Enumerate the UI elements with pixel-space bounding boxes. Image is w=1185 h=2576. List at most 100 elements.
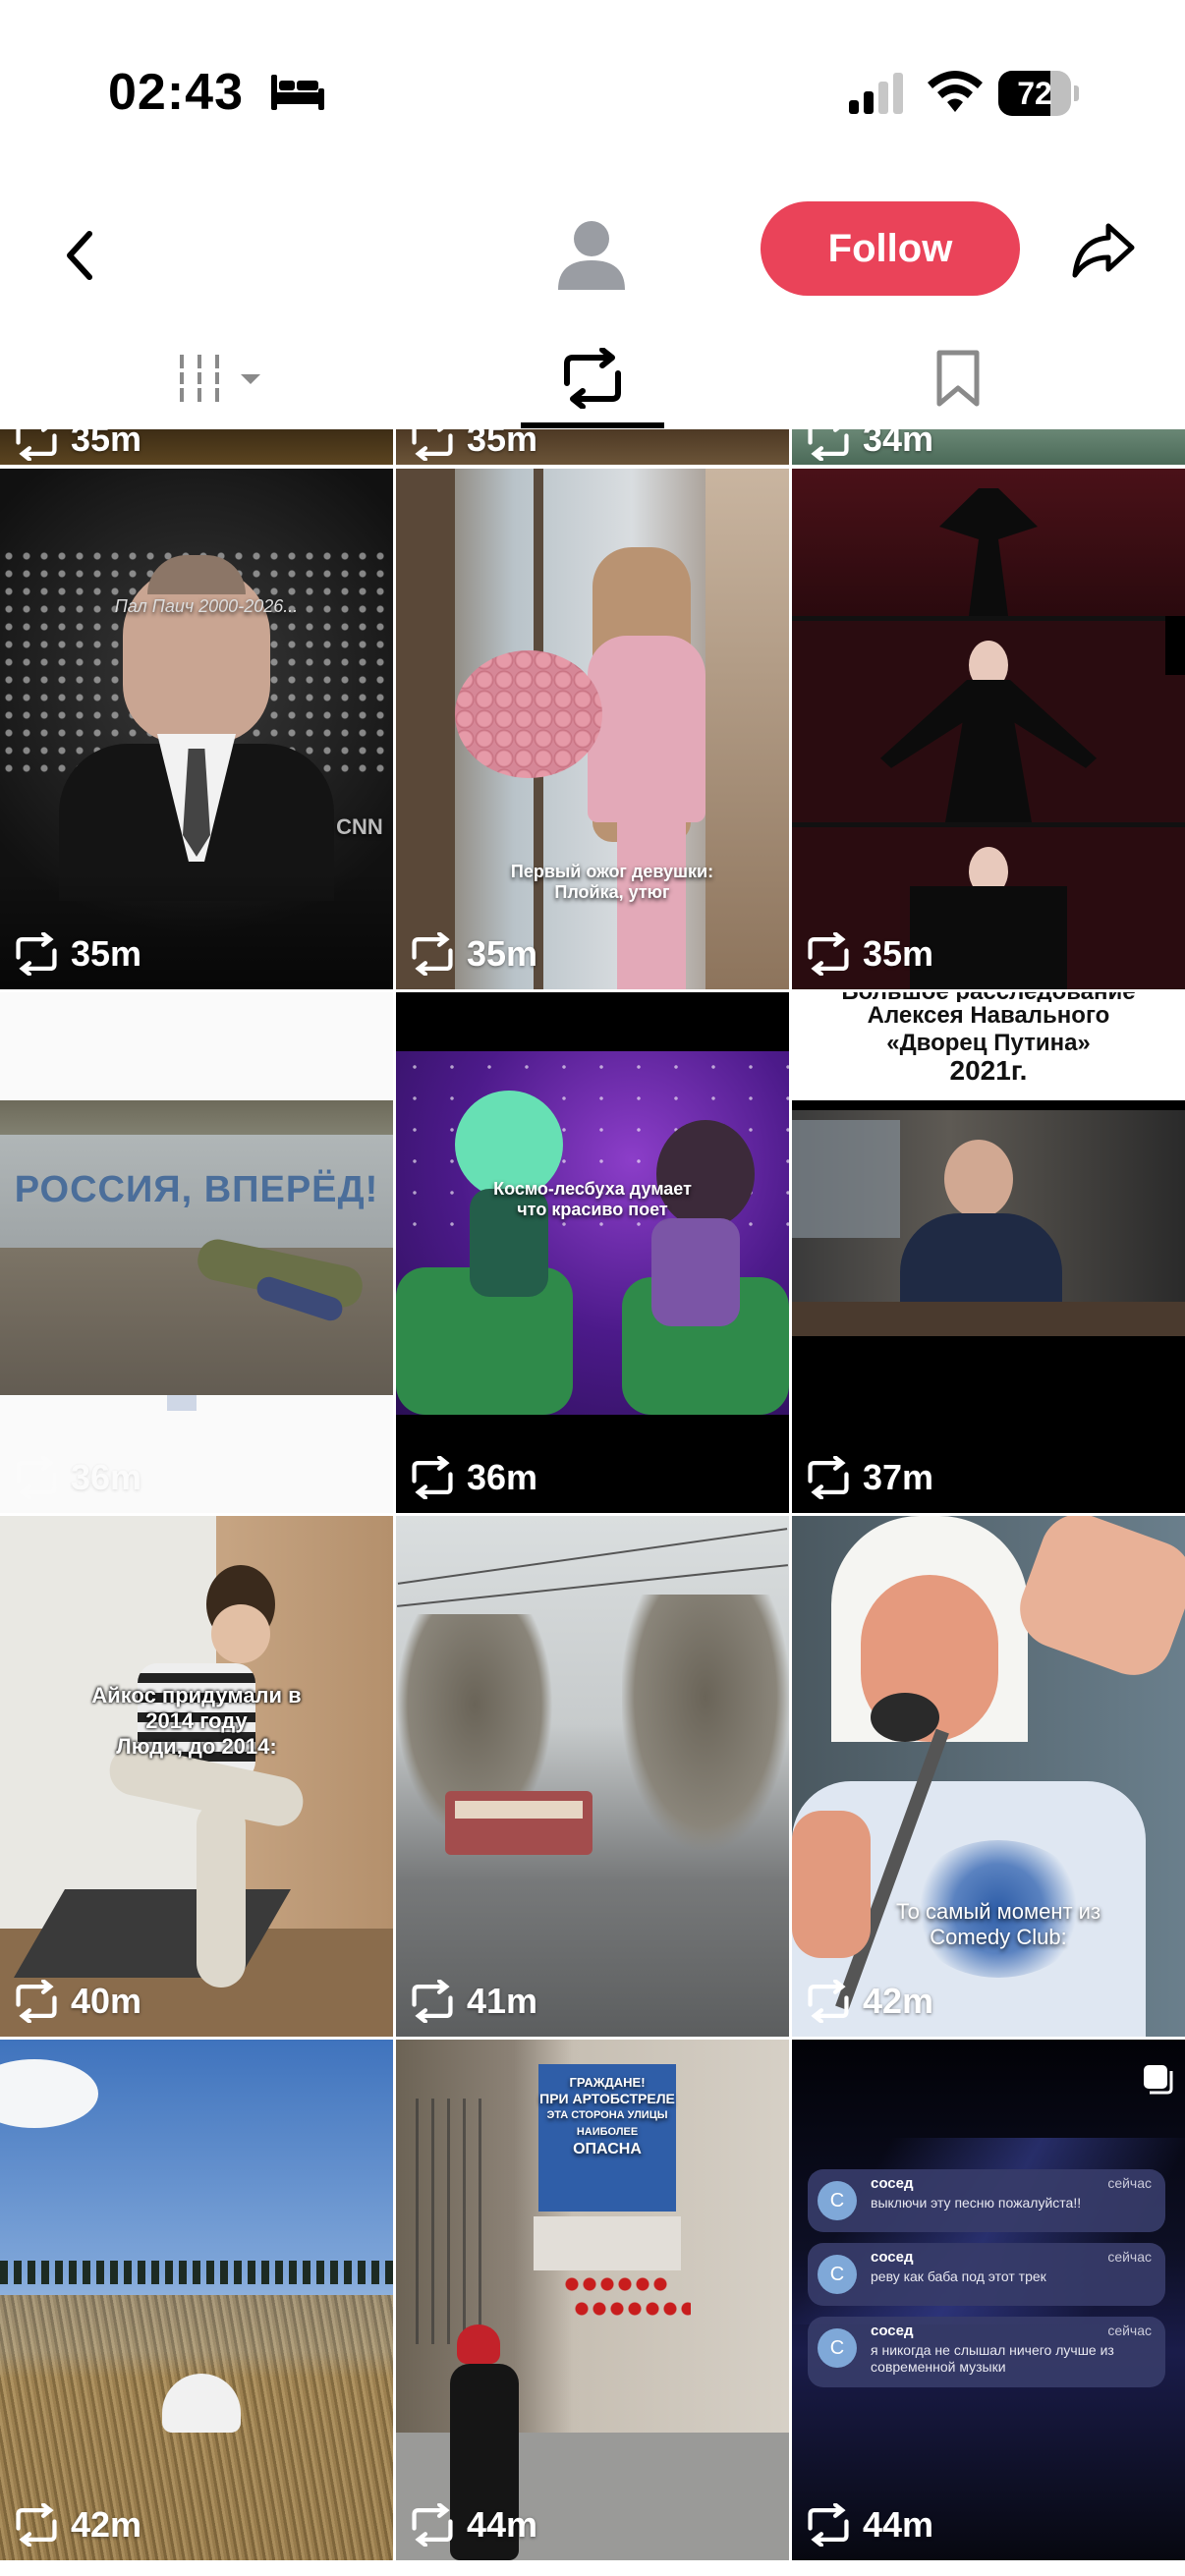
video-tile[interactable]: 35m bbox=[0, 429, 393, 465]
view-count: 41m bbox=[408, 1980, 537, 2023]
bookmark-icon bbox=[936, 350, 980, 407]
notification-time: сейчас bbox=[1107, 2175, 1152, 2191]
video-tile[interactable]: Космо-лесбуха думает что красиво поет 36… bbox=[396, 992, 789, 1513]
view-count: 35m bbox=[408, 932, 537, 976]
active-tab-indicator bbox=[521, 422, 664, 428]
caption-line: 2014 году bbox=[145, 1708, 248, 1733]
sign-line: ПРИ АРТОБСТРЕЛЕ bbox=[539, 2091, 675, 2106]
video-title: Большое расследование Алексея Навального… bbox=[792, 992, 1185, 1085]
video-tile[interactable]: 41m bbox=[396, 1516, 789, 2037]
profile-header: Follow bbox=[0, 187, 1185, 324]
status-time: 02:43 bbox=[108, 64, 244, 121]
share-arrow-icon[interactable] bbox=[1069, 216, 1138, 285]
caption-line: что красиво поет bbox=[517, 1200, 668, 1219]
title-line: 2021г. bbox=[949, 1055, 1028, 1086]
notification-card: С сосед сейчас выключи эту песню пожалуй… bbox=[808, 2169, 1165, 2232]
view-count: 44m bbox=[408, 2503, 537, 2547]
video-tile[interactable]: Айкос придумали в 2014 году Люди, до 201… bbox=[0, 1516, 393, 2037]
repost-icon bbox=[412, 2503, 453, 2547]
caption-line: Космо-лесбуха думает bbox=[493, 1179, 692, 1199]
repost-icon bbox=[16, 1456, 57, 1499]
repost-icon bbox=[808, 2503, 849, 2547]
video-tile[interactable]: 42m bbox=[0, 2040, 393, 2560]
video-tile[interactable]: То самый момент из Comedy Club: 42m bbox=[792, 1516, 1185, 2037]
reposts-grid: 35m 35m 34m Пал Паич 2000-2026... CNN 35… bbox=[0, 429, 1185, 2576]
sign-line: ОПАСНА bbox=[573, 2141, 642, 2157]
memorial-sign: ГРАЖДАНЕ! ПРИ АРТОБСТРЕЛЕ ЭТА СТОРОНА УЛ… bbox=[538, 2074, 676, 2157]
repost-icon bbox=[564, 348, 621, 409]
sign-line: НАИБОЛЕЕ bbox=[576, 2126, 639, 2138]
repost-icon bbox=[16, 932, 57, 976]
notification-card: С сосед сейчас реву как баба под этот тр… bbox=[808, 2243, 1165, 2306]
notification-message: выключи эту песню пожалуйста!! bbox=[871, 2195, 1082, 2211]
tab-favorites[interactable] bbox=[904, 324, 1012, 432]
title-line: Большое расследование bbox=[792, 992, 1185, 1002]
caption-line: Первый ожог девушки: bbox=[510, 862, 714, 881]
notification-card: С сосед сейчас я никогда не слышал ничег… bbox=[808, 2317, 1165, 2387]
notification-time: сейчас bbox=[1107, 2323, 1152, 2338]
sign-line: ГРАЖДАНЕ! bbox=[569, 2075, 646, 2090]
cellular-signal-icon bbox=[849, 73, 903, 114]
battery-level: 72 bbox=[1017, 76, 1052, 111]
repost-icon bbox=[16, 1980, 57, 2023]
view-count: 37m bbox=[804, 1456, 933, 1499]
back-button[interactable] bbox=[49, 216, 108, 295]
video-tile[interactable]: Пал Паич 2000-2026... CNN 35m bbox=[0, 469, 393, 989]
repost-icon bbox=[808, 1980, 849, 2023]
view-count: 35m bbox=[12, 932, 141, 976]
video-tile[interactable]: 35m bbox=[792, 469, 1185, 989]
repost-icon bbox=[808, 429, 849, 461]
repost-icon bbox=[412, 429, 453, 461]
notification-time: сейчас bbox=[1107, 2249, 1152, 2265]
video-caption: То самый момент из Comedy Club: bbox=[831, 1899, 1165, 1950]
video-caption: Первый ожог девушки: Плойка, утюг bbox=[484, 862, 740, 903]
wall-text: РОССИЯ, ВПЕРЁД! bbox=[14, 1169, 379, 1210]
caption-line: Айкос придумали в bbox=[91, 1683, 302, 1708]
battery-icon: 72 bbox=[998, 71, 1079, 116]
repost-icon bbox=[412, 1980, 453, 2023]
view-count: 35m bbox=[804, 932, 933, 976]
video-tile[interactable]: ГРАЖДАНЕ! ПРИ АРТОБСТРЕЛЕ ЭТА СТОРОНА УЛ… bbox=[396, 2040, 789, 2560]
video-tile[interactable]: 35m bbox=[396, 429, 789, 465]
avatar: С bbox=[818, 2328, 857, 2368]
view-count: 34m bbox=[804, 429, 933, 461]
video-tile[interactable]: С сосед сейчас выключи эту песню пожалуй… bbox=[792, 2040, 1185, 2560]
repost-icon bbox=[412, 1456, 453, 1499]
avatar[interactable] bbox=[550, 211, 633, 294]
view-count: 36m bbox=[12, 1456, 141, 1499]
video-tile[interactable]: 34m bbox=[792, 429, 1185, 465]
repost-icon bbox=[412, 932, 453, 976]
view-count: 35m bbox=[408, 429, 537, 461]
bed-icon bbox=[271, 75, 324, 110]
caption-line: То самый момент из bbox=[895, 1899, 1101, 1924]
title-line: «Дворец Путина» bbox=[886, 1030, 1091, 1056]
notification-message: я никогда не слышал ничего лучше из совр… bbox=[871, 2342, 1114, 2375]
repost-icon bbox=[808, 1456, 849, 1499]
view-count: 35m bbox=[12, 429, 141, 461]
video-tile[interactable]: РОССИЯ, ВПЕРЁД! 36m bbox=[0, 992, 393, 1513]
video-caption: Пал Паич 2000-2026... bbox=[114, 596, 299, 616]
avatar: С bbox=[818, 2255, 857, 2294]
view-count: 42m bbox=[804, 1980, 933, 2023]
notification-sender: сосед bbox=[871, 2323, 914, 2339]
notification-message: реву как баба под этот трек bbox=[871, 2268, 1046, 2284]
caption-line: Comedy Club: bbox=[930, 1925, 1067, 1949]
tab-videos[interactable] bbox=[147, 324, 295, 432]
watermark: CNN bbox=[336, 814, 383, 839]
chevron-left-icon bbox=[67, 231, 92, 280]
sign-line: ЭТА СТОРОНА УЛИЦЫ bbox=[546, 2109, 668, 2121]
video-tile[interactable]: Первый ожог девушки: Плойка, утюг 35m bbox=[396, 469, 789, 989]
follow-button[interactable]: Follow bbox=[761, 201, 1020, 296]
video-caption: Айкос придумали в 2014 году Люди, до 201… bbox=[59, 1683, 334, 1760]
notification-sender: сосед bbox=[871, 2175, 914, 2192]
profile-tabs bbox=[0, 324, 1185, 432]
tab-reposts[interactable] bbox=[521, 324, 664, 432]
multi-photo-icon bbox=[1144, 2065, 1173, 2095]
view-count: 36m bbox=[408, 1456, 537, 1499]
view-count: 44m bbox=[804, 2503, 933, 2547]
repost-icon bbox=[16, 2503, 57, 2547]
avatar: С bbox=[818, 2181, 857, 2220]
repost-icon bbox=[808, 932, 849, 976]
video-tile[interactable]: Большое расследование Алексея Навального… bbox=[792, 992, 1185, 1513]
video-caption: Космо-лесбуха думает что красиво поет bbox=[455, 1179, 730, 1220]
